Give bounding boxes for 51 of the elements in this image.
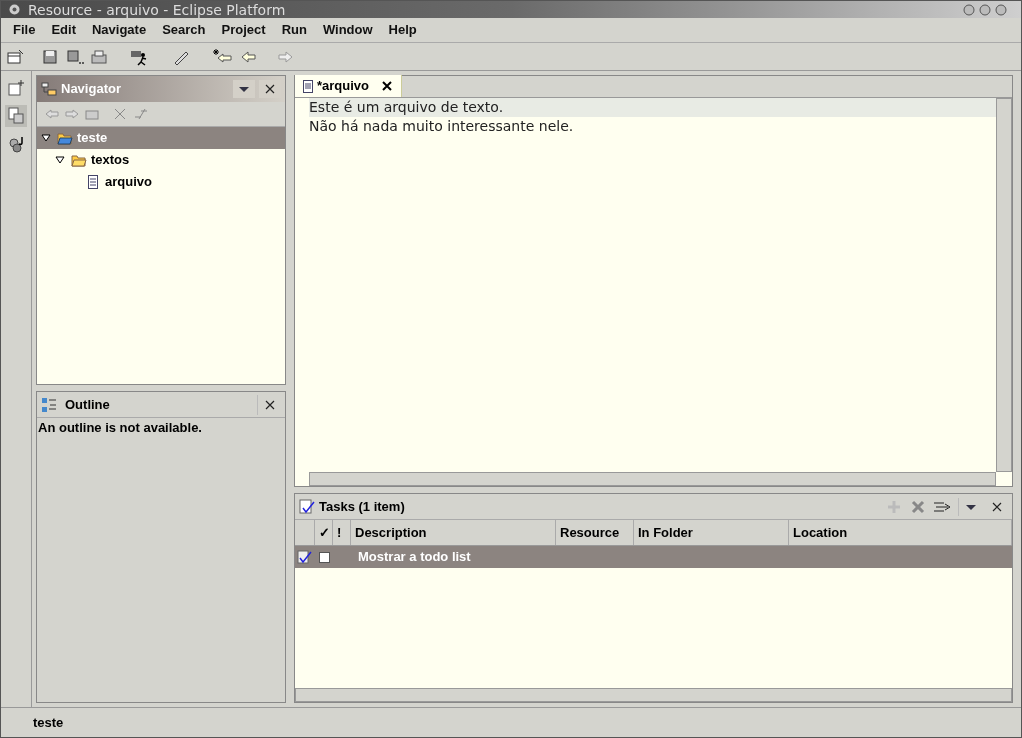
expanded-icon[interactable] [55, 155, 65, 165]
column-header[interactable]: ✓ [315, 520, 333, 545]
text-file-icon [303, 79, 313, 93]
menu-item[interactable]: Navigate [83, 20, 155, 40]
navigator-icon [41, 82, 57, 96]
tasks-icon [299, 498, 315, 515]
window-title: Resource - arquivo - Eclipse Platform [28, 2, 286, 17]
panel-title: Navigator [61, 80, 122, 99]
resource-perspective-icon[interactable] [5, 105, 27, 127]
panel-title: Tasks (1 item) [319, 497, 406, 516]
text-line: Não há nada muito interessante nele. [309, 117, 575, 136]
tree-item[interactable]: arquivo [37, 171, 285, 193]
save-all-icon[interactable] [65, 47, 85, 66]
menu-item[interactable]: Project [213, 20, 274, 40]
horizontal-scrollbar[interactable] [295, 688, 1012, 702]
checkbox[interactable] [319, 551, 330, 563]
column-header[interactable]: ! [333, 520, 351, 545]
new-wizard-icon[interactable] [5, 47, 25, 66]
open-perspective-icon[interactable] [7, 79, 25, 97]
menu-item[interactable]: Run [273, 20, 315, 40]
outline-icon [41, 396, 57, 413]
tree-item[interactable]: textos [37, 149, 285, 171]
horizontal-scrollbar[interactable] [309, 472, 996, 486]
last-edit-icon[interactable] [213, 47, 235, 66]
editor-tab[interactable]: *arquivo [295, 75, 402, 97]
menu-item[interactable]: Search [154, 20, 214, 40]
print-icon[interactable] [89, 47, 109, 66]
task-description: Mostrar a todo list [358, 548, 471, 567]
tree-item[interactable]: teste [37, 127, 285, 149]
view-menu-icon[interactable] [233, 80, 255, 98]
project-folder-icon [57, 131, 73, 145]
outline-message: An outline is not available. [37, 419, 203, 437]
menu-item[interactable]: Edit [43, 20, 84, 40]
file-icon [85, 175, 101, 189]
column-header[interactable]: Description [351, 520, 556, 545]
expanded-icon[interactable] [41, 133, 51, 143]
status-text: teste [33, 713, 64, 732]
close-icon[interactable] [381, 80, 393, 92]
column-header[interactable]: Resource [556, 520, 634, 545]
menu-item[interactable]: File [5, 20, 44, 40]
vertical-scrollbar[interactable] [996, 98, 1012, 472]
task-row[interactable]: Mostrar a todo list [295, 546, 1012, 568]
menu-item[interactable]: Window [314, 20, 381, 40]
column-header[interactable]: In Folder [634, 520, 789, 545]
java-perspective-icon[interactable] [7, 135, 25, 153]
folder-icon [71, 153, 87, 167]
window-menu-icon[interactable] [9, 4, 20, 15]
menu-item[interactable]: Help [380, 20, 425, 40]
column-header[interactable]: Location [789, 520, 1012, 545]
panel-title: Outline [65, 395, 111, 414]
task-icon [295, 549, 315, 565]
